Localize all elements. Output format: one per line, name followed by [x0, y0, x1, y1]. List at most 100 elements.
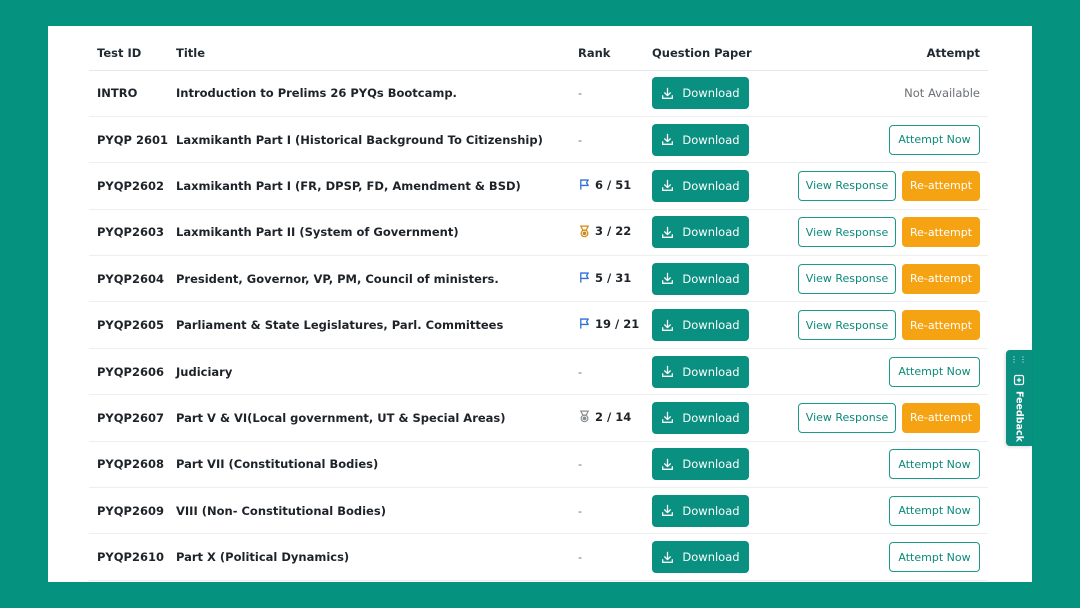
rank-badge: 5 / 31	[578, 271, 631, 285]
download-button[interactable]: Download	[652, 448, 749, 481]
download-label: Download	[682, 503, 740, 518]
bronze-medal-icon	[579, 225, 590, 237]
attempt-cell: Not Available	[784, 70, 988, 117]
attempt-cell: View Response Re-attempt	[784, 162, 988, 210]
flag-icon	[580, 318, 589, 329]
attempt-now-button[interactable]: Attempt Now	[889, 124, 980, 155]
header-attempt: Attempt	[784, 26, 988, 71]
test-title: Laxmikanth Part I (FR, DPSP, FD, Amendme…	[168, 162, 570, 210]
rank-value: -	[578, 503, 583, 518]
test-title: Part VII (Constitutional Bodies)	[168, 441, 570, 489]
download-button[interactable]: Download	[652, 309, 749, 342]
re-attempt-button[interactable]: Re-attempt	[902, 310, 980, 341]
rank-cell: -	[570, 116, 644, 164]
download-button[interactable]: Download	[652, 169, 749, 202]
attempt-now-button[interactable]: Attempt Now	[889, 495, 980, 526]
re-attempt-button[interactable]: Re-attempt	[902, 217, 980, 248]
view-response-button[interactable]: View Response	[798, 402, 896, 433]
test-id: PYQP2606	[89, 348, 168, 396]
download-icon	[662, 504, 674, 517]
download-button[interactable]: Download	[652, 401, 749, 434]
attempt-now-button[interactable]: Attempt Now	[889, 542, 980, 573]
not-available-text: Not Available	[904, 86, 980, 101]
test-title: Parliament & State Legislatures, Parl. C…	[168, 301, 570, 349]
download-label: Download	[682, 225, 740, 240]
attempt-now-button[interactable]: Attempt Now	[889, 356, 980, 387]
test-title: Laxmikanth Part I (Historical Background…	[168, 116, 570, 164]
download-button[interactable]: Download	[652, 494, 749, 527]
table-row: PYQP2602 Laxmikanth Part I (FR, DPSP, FD,…	[89, 162, 988, 210]
download-button[interactable]: Download	[652, 216, 749, 249]
table-row: PYQP2610 Part X (Political Dynamics) - Down…	[89, 533, 988, 581]
drag-handle-icon[interactable]: ⋮⋮	[1010, 356, 1028, 364]
rank-value: -	[578, 550, 583, 565]
flag-icon	[580, 179, 589, 190]
download-icon	[662, 133, 674, 146]
download-label: Download	[682, 457, 740, 472]
header-test-id: Test ID	[89, 26, 168, 71]
rank-cell: -	[570, 487, 644, 535]
attempt-cell: View Response Re-attempt	[784, 394, 988, 442]
download-button[interactable]: Download	[652, 123, 749, 156]
rank-badge: 6 / 51	[578, 178, 631, 192]
rank-value: -	[578, 132, 583, 147]
rank-cell: -	[570, 533, 644, 581]
download-icon	[662, 180, 674, 192]
question-paper-cell: Download	[644, 255, 784, 303]
question-paper-cell: Download	[644, 116, 784, 164]
attempt-now-button[interactable]: Attempt Now	[889, 449, 980, 480]
rank-value: 19 / 21	[595, 316, 640, 331]
test-title: Introduction to Prelims 26 PYQs Bootcamp…	[168, 70, 570, 117]
attempt-cell: Attempt Now	[784, 533, 988, 581]
test-title: Part V & VI(Local government, UT & Speci…	[168, 394, 570, 442]
question-paper-cell: Download	[644, 301, 784, 349]
attempt-cell: Attempt Now	[784, 487, 988, 535]
test-id: PYQP2602	[89, 162, 168, 210]
rank-value: 6 / 51	[595, 177, 632, 192]
download-icon	[662, 412, 674, 424]
download-label: Download	[682, 550, 740, 565]
view-response-button[interactable]: View Response	[798, 263, 896, 294]
download-button[interactable]: Download	[652, 262, 749, 295]
re-attempt-button[interactable]: Re-attempt	[902, 170, 980, 201]
table-row: PYQP2609 VIII (Non- Constitutional Bodies…	[89, 487, 988, 535]
table-row: PYQP2603 Laxmikanth Part II (System of Go…	[89, 209, 988, 257]
download-icon	[662, 551, 674, 563]
download-icon	[662, 319, 674, 331]
rank-value: -	[578, 457, 583, 472]
question-paper-cell: Download	[644, 394, 784, 442]
download-button[interactable]: Download	[652, 77, 749, 110]
table-row: PYQP2605 Parliament & State Legislatures,…	[89, 301, 988, 349]
question-paper-cell: Download	[644, 162, 784, 210]
question-paper-cell: Download	[644, 348, 784, 396]
question-paper-cell: Download	[644, 441, 784, 489]
table-row: PYQP2608 Part VII (Constitutional Bodies)…	[89, 441, 988, 489]
table-row: PYQP 2601 Laxmikanth Part I (Historical B…	[89, 116, 988, 164]
question-paper-cell: Download	[644, 487, 784, 535]
feedback-tab[interactable]: ⋮⋮ Feedback	[1006, 350, 1032, 446]
re-attempt-button[interactable]: Re-attempt	[902, 402, 980, 433]
feedback-label: Feedback	[1013, 391, 1025, 442]
rank-cell: -	[570, 348, 644, 396]
test-id: PYQP2607	[89, 394, 168, 442]
table-body: INTRO Introduction to Prelims 26 PYQs Boo…	[89, 70, 988, 581]
table-row: PYQP2607 Part V & VI(Local government, UT…	[89, 394, 988, 442]
download-label: Download	[682, 364, 740, 379]
view-response-button[interactable]: View Response	[798, 310, 896, 341]
rank-cell: 5 / 31	[570, 255, 644, 303]
table-row: INTRO Introduction to Prelims 26 PYQs Boo…	[89, 70, 988, 117]
view-response-button[interactable]: View Response	[798, 170, 896, 201]
question-paper-cell: Download	[644, 209, 784, 257]
rank-value: 3 / 22	[595, 224, 632, 239]
rank-cell: 3 / 22	[570, 209, 644, 257]
view-response-button[interactable]: View Response	[798, 217, 896, 248]
rank-cell: 2 / 14	[570, 394, 644, 442]
download-icon	[662, 87, 674, 99]
attempt-cell: Attempt Now	[784, 441, 988, 489]
table-row: PYQP2606 Judiciary - Download Attempt Now	[89, 348, 988, 396]
download-label: Download	[682, 86, 740, 101]
download-icon	[662, 226, 674, 238]
re-attempt-button[interactable]: Re-attempt	[902, 263, 980, 294]
download-button[interactable]: Download	[652, 355, 749, 388]
download-button[interactable]: Download	[652, 541, 749, 574]
